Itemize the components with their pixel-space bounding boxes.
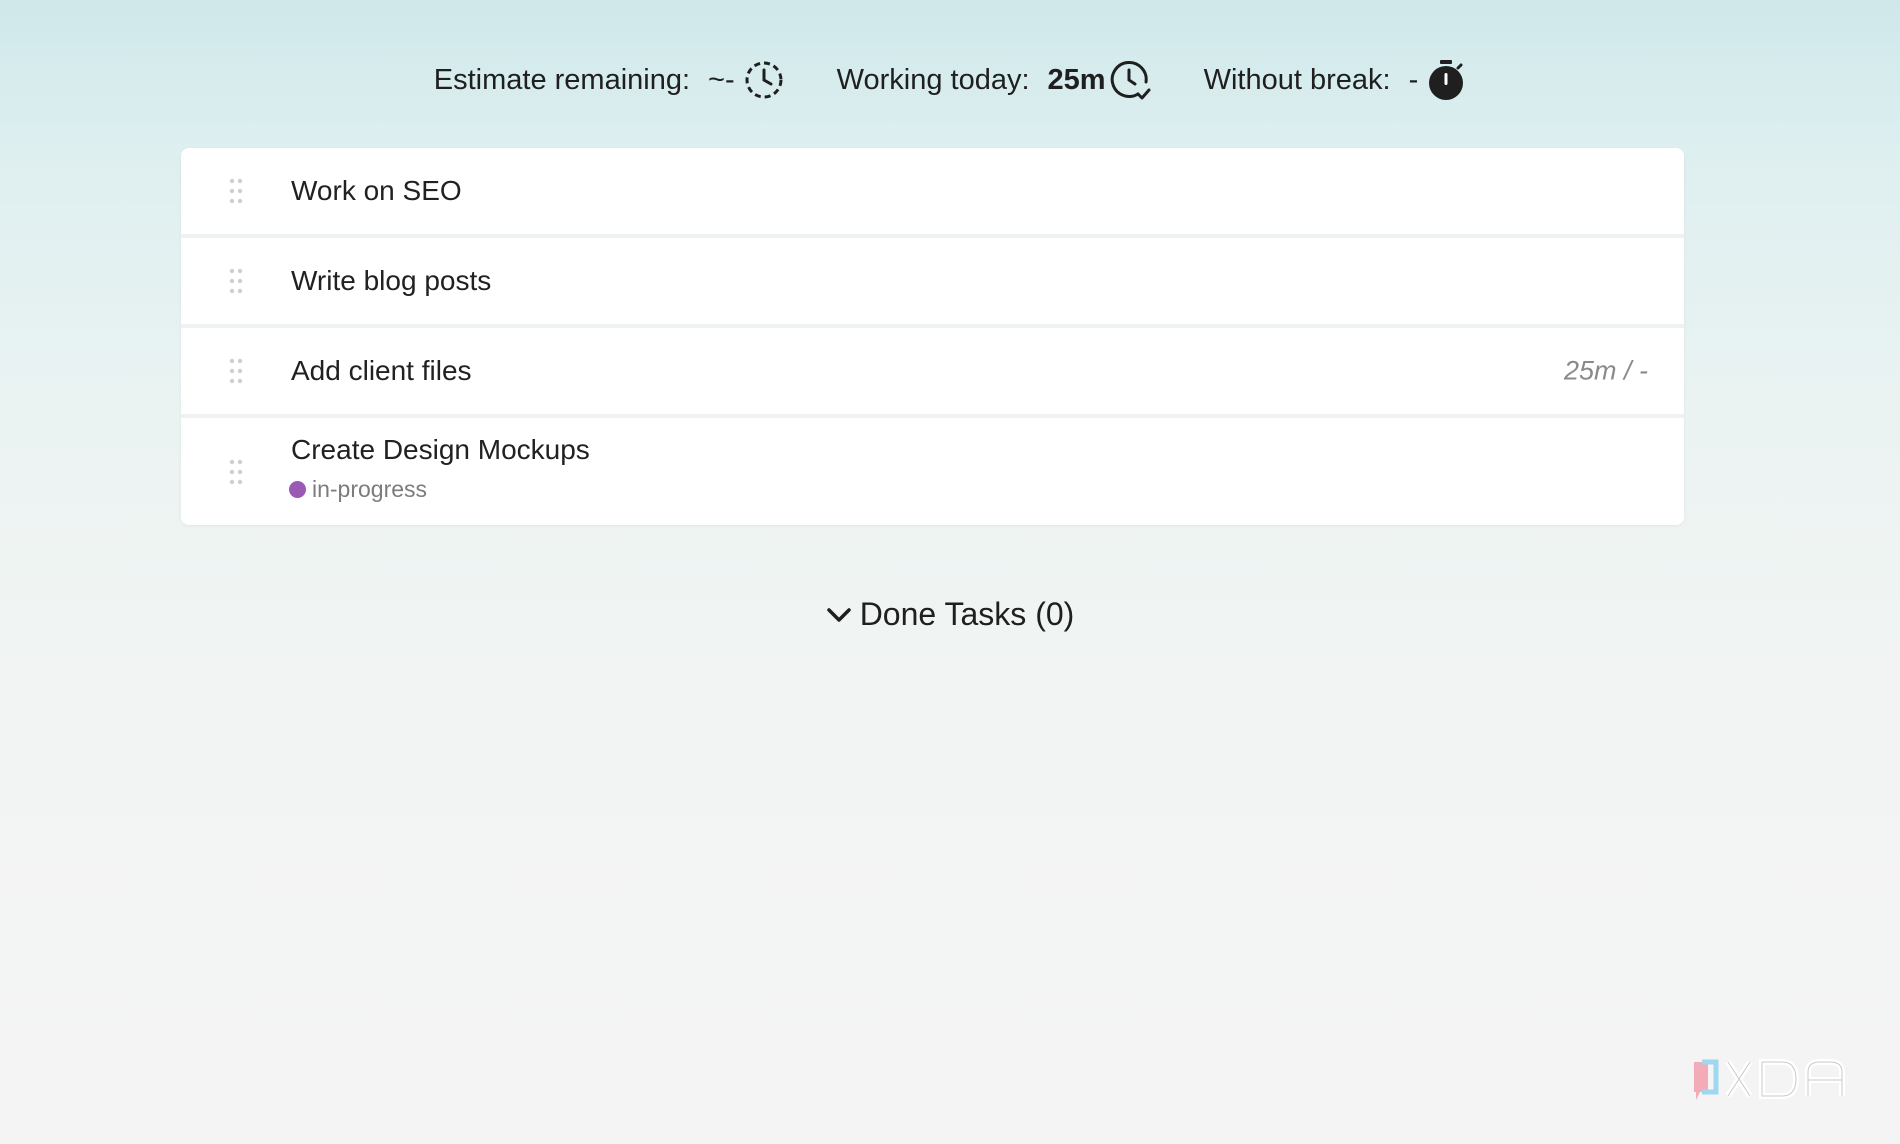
estimate-value: ~- (708, 63, 735, 96)
working-label: Working today: (836, 63, 1030, 96)
task-item[interactable]: Add client files 25m / - (181, 328, 1684, 418)
drag-handle-icon[interactable] (229, 459, 243, 485)
break-label: Without break: (1203, 63, 1391, 96)
task-title[interactable]: Write blog posts (291, 265, 491, 297)
working-value: 25m (1047, 63, 1106, 96)
clock-check-icon (1108, 58, 1152, 102)
task-item[interactable]: Create Design Mockups in-progress (181, 418, 1684, 525)
drag-handle-icon[interactable] (229, 358, 243, 384)
drag-handle-icon[interactable] (229, 268, 243, 294)
task-list: Work on SEO Write blog posts Add client … (181, 148, 1684, 525)
estimate-remaining: Estimate remaining: ~- (434, 59, 785, 101)
estimate-label: Estimate remaining: (433, 63, 691, 96)
chevron-down-icon (826, 596, 860, 633)
break-value: - (1408, 63, 1419, 96)
task-time-estimate: 25m / - (1563, 355, 1648, 386)
xda-logo (1688, 1052, 1868, 1108)
done-tasks-toggle[interactable]: Done Tasks (0) (0, 596, 1900, 633)
tag-label: in-progress (312, 476, 428, 502)
task-item[interactable]: Write blog posts (181, 238, 1684, 328)
dashed-clock-icon (743, 59, 785, 101)
tag-color-dot (289, 481, 306, 498)
task-item[interactable]: Work on SEO (181, 148, 1684, 238)
done-tasks-label: Done Tasks (0) (859, 596, 1075, 632)
without-break: Without break: - (1204, 58, 1467, 102)
task-tag[interactable]: in-progress (289, 476, 427, 503)
drag-handle-icon[interactable] (229, 178, 243, 204)
task-title[interactable]: Create Design Mockups (291, 434, 590, 466)
task-title[interactable]: Add client files (291, 355, 472, 387)
stopwatch-icon (1426, 58, 1466, 102)
working-today: Working today: 25m (837, 58, 1152, 102)
metrics-bar: Estimate remaining: ~- Working today: 25… (0, 50, 1900, 110)
task-title[interactable]: Work on SEO (291, 175, 462, 207)
